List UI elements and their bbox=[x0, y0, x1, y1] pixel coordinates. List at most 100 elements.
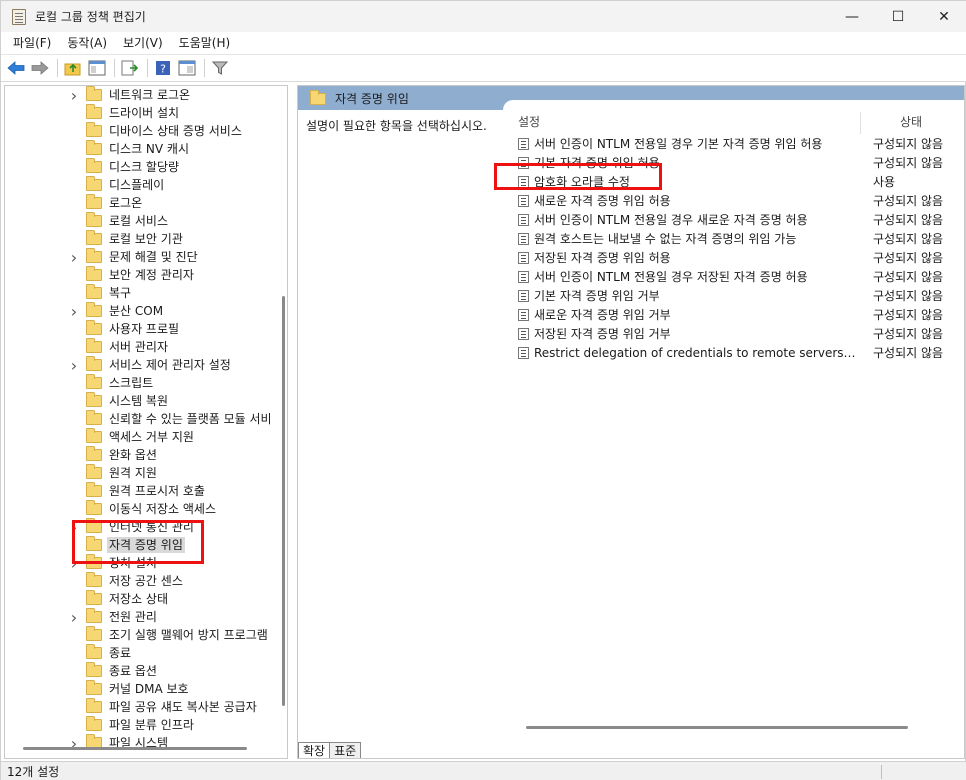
tree-item[interactable]: 파일 분류 인프라 bbox=[5, 716, 281, 734]
setting-row[interactable]: 저장된 자격 증명 위임 거부 구성되지 않음 bbox=[513, 324, 964, 343]
chevron-right-icon[interactable]: › bbox=[69, 248, 79, 267]
window-title: 로컬 그룹 정책 편집기 bbox=[35, 10, 146, 24]
show-hide-tree-icon bbox=[88, 60, 106, 76]
setting-row[interactable]: 저장된 자격 증명 위임 허용 구성되지 않음 bbox=[513, 248, 964, 267]
title-bar[interactable]: 로컬 그룹 정책 편집기 — ☐ ✕ bbox=[1, 1, 966, 32]
folder-icon bbox=[86, 230, 102, 245]
tree-item[interactable]: 스크립트 bbox=[5, 374, 281, 392]
tree-item[interactable]: › 서비스 제어 관리자 설정 bbox=[5, 356, 281, 375]
forward-icon bbox=[31, 61, 49, 75]
tab-extended[interactable]: 확장 bbox=[298, 742, 331, 758]
setting-row[interactable]: 새로운 자격 증명 위임 허용 구성되지 않음 bbox=[513, 191, 964, 210]
tree-item[interactable]: 드라이버 설치 bbox=[5, 104, 281, 122]
tree-pane[interactable]: › 네트워크 로그온 드라이버 설치 디바이스 상태 증명 서비스 디스크 NV 캐시 디… bbox=[4, 85, 288, 759]
column-divider[interactable] bbox=[860, 112, 861, 134]
menu-help[interactable]: 도움말(H) bbox=[171, 32, 239, 54]
tree-item[interactable]: 복구 bbox=[5, 284, 281, 302]
tree-item[interactable]: 액세스 거부 지원 bbox=[5, 428, 281, 446]
setting-state: 구성되지 않음 bbox=[873, 308, 944, 322]
setting-row[interactable]: Restrict delegation of credentials to re… bbox=[513, 343, 964, 362]
tree-item-label: 로컬 보안 기관 bbox=[109, 232, 183, 246]
chevron-right-icon[interactable]: › bbox=[69, 302, 79, 321]
menu-bar: 파일(F) 동작(A) 보기(V) 도움말(H) bbox=[1, 32, 966, 54]
tree-item[interactable]: 신뢰할 수 있는 플랫폼 모듈 서비 bbox=[5, 410, 281, 428]
annotation-highlight-setting bbox=[494, 163, 662, 190]
folder-icon bbox=[86, 446, 102, 461]
tree-item[interactable]: 서버 관리자 bbox=[5, 338, 281, 356]
setting-row[interactable]: 기본 자격 증명 위임 거부 구성되지 않음 bbox=[513, 286, 964, 305]
show-hide-tree-button[interactable] bbox=[86, 57, 108, 79]
tree-item[interactable]: 저장소 상태 bbox=[5, 590, 281, 608]
policy-setting-icon bbox=[518, 252, 529, 264]
tree-item[interactable]: 로컬 보안 기관 bbox=[5, 230, 281, 248]
forward-button[interactable] bbox=[29, 57, 51, 79]
tree-item[interactable]: 종료 bbox=[5, 644, 281, 662]
tree-item[interactable]: 사용자 프로필 bbox=[5, 320, 281, 338]
menu-view[interactable]: 보기(V) bbox=[115, 32, 171, 54]
menu-action[interactable]: 동작(A) bbox=[59, 32, 115, 54]
help-button[interactable]: ? bbox=[152, 57, 174, 79]
annotation-highlight-tree bbox=[72, 520, 204, 564]
folder-icon bbox=[86, 392, 102, 407]
filter-button[interactable] bbox=[209, 57, 231, 79]
tree-item[interactable]: 파일 공유 섀도 복사본 공급자 bbox=[5, 698, 281, 716]
folder-icon bbox=[86, 482, 102, 497]
setting-row[interactable]: 서버 인증이 NTLM 전용일 경우 저장된 자격 증명 허용 구성되지 않음 bbox=[513, 267, 964, 286]
menu-file[interactable]: 파일(F) bbox=[5, 32, 59, 54]
tree-item[interactable]: › 전원 관리 bbox=[5, 608, 281, 627]
list-horizontal-scrollbar[interactable] bbox=[526, 726, 908, 729]
folder-icon bbox=[86, 428, 102, 443]
tree-item[interactable]: › 분산 COM bbox=[5, 302, 281, 321]
tree-item[interactable]: 디스플레이 bbox=[5, 176, 281, 194]
setting-state: 구성되지 않음 bbox=[873, 194, 944, 208]
export-list-icon bbox=[121, 60, 139, 76]
tree-item[interactable]: 종료 옵션 bbox=[5, 662, 281, 680]
chevron-right-icon[interactable]: › bbox=[69, 356, 79, 375]
tree-vertical-scrollbar[interactable] bbox=[282, 296, 285, 706]
tree-item[interactable]: 커널 DMA 보호 bbox=[5, 680, 281, 698]
tree-item-label: 네트워크 로그온 bbox=[109, 88, 191, 102]
tree-item[interactable]: 디바이스 상태 증명 서비스 bbox=[5, 122, 281, 140]
folder-icon bbox=[86, 500, 102, 515]
setting-state: 구성되지 않음 bbox=[873, 346, 944, 360]
minimize-button[interactable]: — bbox=[829, 1, 875, 32]
tree-item[interactable]: 조기 실행 맬웨어 방지 프로그램 bbox=[5, 626, 281, 644]
tree-item[interactable]: 원격 지원 bbox=[5, 464, 281, 482]
tab-standard[interactable]: 표준 bbox=[329, 742, 362, 758]
setting-row[interactable]: 서버 인증이 NTLM 전용일 경우 기본 자격 증명 위임 허용 구성되지 않음 bbox=[513, 134, 964, 153]
setting-row[interactable]: 새로운 자격 증명 위임 거부 구성되지 않음 bbox=[513, 305, 964, 324]
tree-item[interactable]: 원격 프로시저 호출 bbox=[5, 482, 281, 500]
extended-view-button[interactable] bbox=[176, 57, 198, 79]
tree-item[interactable]: 디스크 할당량 bbox=[5, 158, 281, 176]
setting-state: 구성되지 않음 bbox=[873, 232, 944, 246]
tree-item[interactable]: 디스크 NV 캐시 bbox=[5, 140, 281, 158]
column-header-setting[interactable]: 설정 bbox=[518, 112, 540, 132]
tree-item[interactable]: 저장 공간 센스 bbox=[5, 572, 281, 590]
close-button[interactable]: ✕ bbox=[921, 1, 966, 32]
tree-item[interactable]: 로그온 bbox=[5, 194, 281, 212]
tree-horizontal-scrollbar[interactable] bbox=[23, 747, 247, 750]
tree-item-label: 서비스 제어 관리자 설정 bbox=[109, 358, 231, 372]
tree-item-label: 이동식 저장소 액세스 bbox=[109, 502, 216, 516]
folder-icon bbox=[86, 266, 102, 281]
chevron-right-icon[interactable]: › bbox=[69, 86, 79, 105]
tree-item[interactable]: › 문제 해결 및 진단 bbox=[5, 248, 281, 267]
tree-item[interactable]: 보안 계정 관리자 bbox=[5, 266, 281, 284]
policy-setting-icon bbox=[518, 290, 529, 302]
tree-item[interactable]: 시스템 복원 bbox=[5, 392, 281, 410]
export-list-button[interactable] bbox=[119, 57, 141, 79]
column-header-state[interactable]: 상태 bbox=[900, 112, 922, 132]
tree-item[interactable]: › 네트워크 로그온 bbox=[5, 86, 281, 105]
tree-item[interactable]: 로컬 서비스 bbox=[5, 212, 281, 230]
tree-item[interactable]: 완화 옵션 bbox=[5, 446, 281, 464]
maximize-button[interactable]: ☐ bbox=[875, 1, 921, 32]
tree-item-label: 시스템 복원 bbox=[109, 394, 169, 408]
tree-item[interactable]: 이동식 저장소 액세스 bbox=[5, 500, 281, 518]
setting-row[interactable]: 원격 호스트는 내보낼 수 없는 자격 증명의 위임 가능 구성되지 않음 bbox=[513, 229, 964, 248]
up-button[interactable] bbox=[62, 57, 84, 79]
toolbar-separator bbox=[57, 59, 58, 77]
setting-row[interactable]: 서버 인증이 NTLM 전용일 경우 새로운 자격 증명 허용 구성되지 않음 bbox=[513, 210, 964, 229]
back-button[interactable] bbox=[5, 57, 27, 79]
details-header: 자격 증명 위임 bbox=[298, 86, 964, 112]
chevron-right-icon[interactable]: › bbox=[69, 608, 79, 627]
